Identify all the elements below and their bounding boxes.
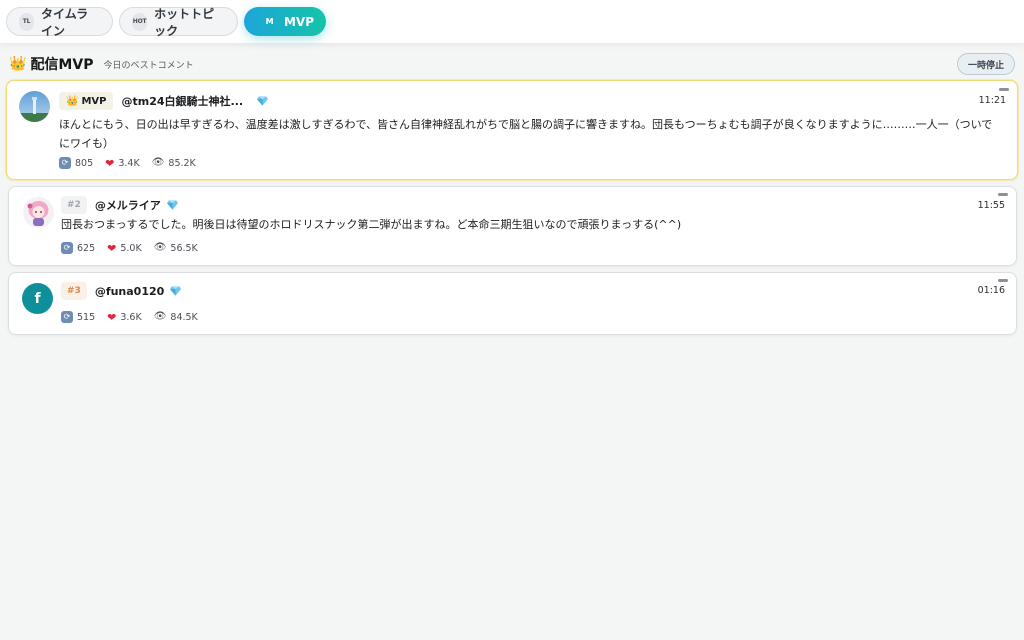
retweet-count[interactable]: ⟳ 805: [59, 157, 93, 169]
crown-icon: 👑: [9, 56, 27, 72]
comment-time: 11:55: [977, 200, 1005, 211]
comment-card-rank-2: #2 @メルライア 11:55 団長おつまっするでした。明後日は待望のホロドリス…: [8, 186, 1017, 266]
eye-icon: 👁: [153, 311, 167, 322]
avatar: [19, 91, 50, 122]
like-count[interactable]: ❤ 5.0K: [107, 243, 142, 254]
pause-button[interactable]: 一時停止: [957, 53, 1015, 75]
comment-header: #2 @メルライア: [61, 195, 178, 215]
tab-hot-topic[interactable]: HOT ホットトピック: [119, 6, 238, 38]
tab-badge-tl: TL: [19, 12, 34, 31]
view-count: 👁 56.5K: [154, 243, 198, 254]
gem-icon: [170, 286, 182, 296]
avatar-image: [23, 197, 54, 228]
comment-stats: ⟳ 805 ❤ 3.4K 👁 85.2K: [59, 156, 196, 170]
like-value: 5.0K: [120, 242, 142, 254]
comment-card-mvp: 👑 MVP @tm24白銀騎士神社... 11:21 ほんとにもう、日の出は早す…: [6, 80, 1018, 180]
retweet-value: 515: [77, 311, 96, 323]
comment-time: 11:21: [978, 95, 1006, 106]
comment-stats: ⟳ 625 ❤ 5.0K 👁 56.5K: [61, 241, 198, 255]
retweet-icon: ⟳: [59, 157, 71, 169]
tab-label: ホットトピック: [154, 6, 215, 38]
gem-icon: [257, 96, 269, 106]
view-value: 56.5K: [170, 242, 198, 254]
avatar: [23, 197, 54, 228]
like-value: 3.6K: [120, 311, 142, 323]
section-header: 👑 配信MVP 今日のベストコメント 一時停止: [9, 53, 1015, 75]
top-tab-bar: TL タイムライン HOT ホットトピック M MVP: [0, 0, 1024, 43]
tab-label: MVP: [283, 14, 314, 29]
tab-label: タイムライン: [40, 6, 89, 38]
retweet-value: 805: [75, 157, 94, 169]
retweet-icon: ⟳: [61, 242, 73, 254]
view-count: 👁 85.2K: [152, 158, 196, 169]
comment-header: #3 @funa0120: [61, 281, 182, 301]
comment-text: ほんとにもう、日の出は早すぎるわ、温度差は激しすぎるわで、皆さん自律神経乱れがち…: [59, 118, 993, 150]
heart-icon: ❤: [105, 156, 115, 170]
retweet-count[interactable]: ⟳ 625: [61, 242, 95, 254]
view-value: 84.5K: [170, 311, 198, 323]
rank-badge: 👑 MVP: [59, 92, 114, 110]
avatar-letter: f: [34, 290, 41, 307]
comment-header: 👑 MVP @tm24白銀騎士神社...: [59, 91, 269, 111]
eye-icon: 👁: [151, 157, 165, 168]
avatar-image: [19, 91, 50, 122]
view-value: 85.2K: [168, 157, 196, 169]
username-link[interactable]: @メルライア: [95, 197, 161, 213]
comment-card-rank-3: f #3 @funa0120 01:16 ⟳ 515 ❤ 3.6K 👁 84.5…: [8, 272, 1017, 335]
tab-timeline[interactable]: TL タイムライン: [6, 6, 113, 38]
crown-icon: 👑: [66, 95, 79, 107]
like-count[interactable]: ❤ 3.4K: [105, 158, 140, 169]
gem-icon: [166, 200, 178, 210]
eye-icon: 👁: [153, 242, 167, 253]
rank-badge: #2: [61, 196, 87, 214]
retweet-icon: ⟳: [61, 311, 73, 323]
comment-text: 団長おつまっするでした。明後日は待望のホロドリスナック第二弾が出ますね。ど本命三…: [61, 218, 682, 231]
page-subtitle: 今日のベストコメント: [103, 60, 194, 71]
heart-icon: ❤: [107, 310, 117, 324]
comment-time: 01:16: [977, 285, 1005, 296]
menu-dash-icon[interactable]: [998, 193, 1008, 196]
retweet-value: 625: [77, 242, 96, 254]
like-value: 3.4K: [118, 157, 140, 169]
menu-dash-icon[interactable]: [998, 279, 1008, 282]
tab-badge-m: M: [265, 17, 274, 26]
tab-mvp[interactable]: M MVP: [244, 7, 326, 36]
menu-dash-icon[interactable]: [999, 88, 1009, 91]
avatar: f: [22, 283, 53, 314]
username-link[interactable]: @tm24白銀騎士神社...: [121, 93, 243, 109]
retweet-count[interactable]: ⟳ 515: [61, 311, 95, 323]
comment-stats: ⟳ 515 ❤ 3.6K 👁 84.5K: [61, 310, 198, 324]
username-link[interactable]: @funa0120: [95, 285, 165, 298]
rank-label: MVP: [81, 95, 107, 107]
view-count: 👁 84.5K: [154, 312, 198, 323]
page-title: 配信MVP: [30, 57, 94, 73]
like-count[interactable]: ❤ 3.6K: [107, 312, 142, 323]
rank-badge: #3: [61, 282, 87, 300]
heart-icon: ❤: [107, 241, 117, 255]
tab-badge-hot: HOT: [132, 12, 148, 31]
